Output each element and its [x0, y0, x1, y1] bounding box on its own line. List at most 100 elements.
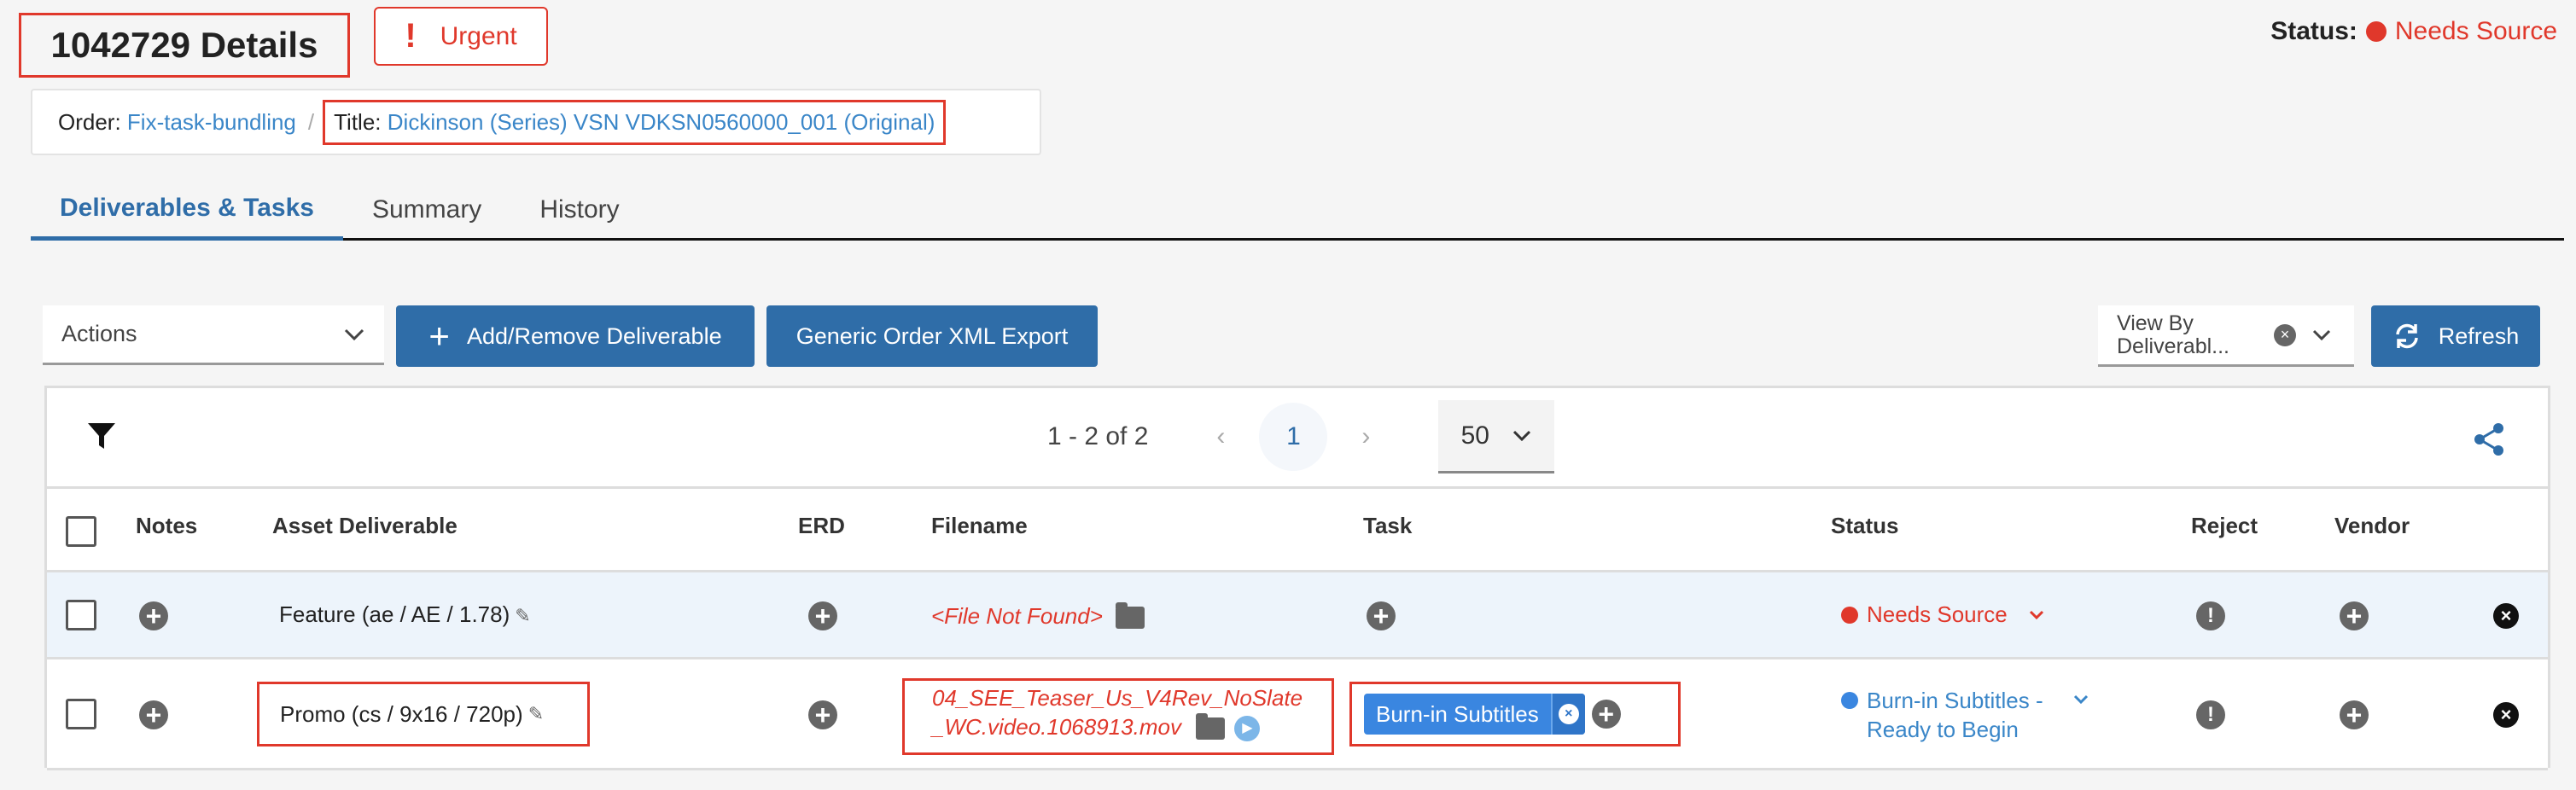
remove-task-button[interactable]: ×: [1550, 694, 1585, 735]
urgent-label: Urgent: [440, 21, 517, 50]
filter-icon[interactable]: [86, 421, 117, 451]
tab-deliverables-tasks[interactable]: Deliverables & Tasks: [31, 179, 343, 241]
filename-line2[interactable]: _WC.video.1068913.mov: [932, 714, 1181, 740]
col-notes: Notes: [136, 513, 198, 538]
view-by-select[interactable]: View By Deliverabl... ×: [2098, 305, 2354, 367]
add-note-icon[interactable]: +: [139, 601, 168, 631]
order-link[interactable]: Fix-task-bundling: [127, 109, 296, 136]
col-status: Status: [1831, 513, 1899, 538]
task-name: Burn-in Subtitles: [1376, 700, 1539, 727]
reject-icon[interactable]: !: [2196, 700, 2225, 729]
pencil-icon[interactable]: ✎: [515, 605, 530, 626]
asset-name: Feature (ae / AE / 1.78): [279, 601, 510, 627]
filename-text: <File Not Found>: [931, 603, 1103, 629]
row-checkbox[interactable]: [66, 699, 96, 729]
row-checkbox[interactable]: [66, 600, 96, 630]
close-icon: ×: [1558, 704, 1579, 724]
table-header: Notes Asset Deliverable ERD Filename Tas…: [47, 489, 2548, 572]
add-task-icon[interactable]: +: [1591, 699, 1621, 729]
urgent-badge: ! Urgent: [374, 7, 548, 66]
reject-icon[interactable]: !: [2196, 601, 2225, 630]
status-label: Status:: [2270, 17, 2357, 45]
folder-icon[interactable]: [1116, 602, 1145, 630]
status-dot-icon: [1841, 606, 1858, 624]
tab-summary[interactable]: Summary: [343, 179, 510, 241]
table-toolbar: 1 - 2 of 2 ‹ 1 › 50: [47, 388, 2548, 489]
add-erd-icon[interactable]: +: [808, 700, 837, 730]
share-icon[interactable]: [2473, 422, 2505, 456]
pencil-icon[interactable]: ✎: [528, 703, 544, 725]
chevron-down-icon[interactable]: [2311, 328, 2332, 342]
col-filename: Filename: [931, 513, 1028, 538]
chevron-down-icon: [344, 328, 364, 340]
title-label: Title:: [334, 108, 382, 135]
prev-page-button[interactable]: ‹: [1182, 422, 1259, 451]
refresh-button[interactable]: Refresh: [2371, 305, 2540, 367]
task-cell: Burn-in Subtitles × +: [1349, 682, 1681, 746]
deliverables-table: 1 - 2 of 2 ‹ 1 › 50 Notes Asset Delivera…: [44, 386, 2550, 770]
view-by-line2: Deliverabl...: [2117, 334, 2229, 358]
select-all-checkbox[interactable]: [66, 516, 96, 547]
chevron-down-icon: [1513, 430, 1531, 441]
breadcrumb: Order: Fix-task-bundling / Title: Dickin…: [31, 89, 1041, 155]
table-row: + Promo (cs / 9x16 / 720p) ✎ + 04_SEE_Tea…: [47, 659, 2548, 770]
page-title: 1042729 Details: [50, 25, 318, 65]
col-erd: ERD: [798, 513, 845, 538]
per-page-select[interactable]: 50: [1438, 400, 1555, 473]
clear-icon[interactable]: ×: [2274, 323, 2296, 346]
table-row: + Feature (ae / AE / 1.78) ✎ + <File Not …: [47, 572, 2548, 659]
remove-row-icon[interactable]: ×: [2493, 702, 2519, 728]
plus-icon: +: [428, 316, 450, 356]
actions-label: Actions: [61, 321, 137, 346]
add-remove-label: Add/Remove Deliverable: [466, 322, 722, 349]
col-reject: Reject: [2191, 513, 2258, 538]
add-task-icon[interactable]: +: [1367, 601, 1396, 631]
per-page-value: 50: [1460, 421, 1489, 450]
task-chip[interactable]: Burn-in Subtitles ×: [1364, 694, 1585, 735]
play-icon[interactable]: ▶: [1234, 715, 1261, 741]
view-by-label: View By Deliverabl...: [2117, 312, 2262, 357]
tab-history[interactable]: History: [510, 179, 648, 241]
chevron-down-icon: [2073, 694, 2088, 705]
add-note-icon[interactable]: +: [139, 700, 168, 730]
breadcrumb-separator: /: [307, 108, 315, 135]
filename-cell: 04_SEE_Teaser_Us_V4Rev_NoSlate _WC.video…: [902, 678, 1334, 755]
actions-dropdown[interactable]: Actions: [43, 305, 384, 365]
pagination: 1 - 2 of 2 ‹ 1 › 50: [1047, 400, 1555, 473]
asset-deliverable: Promo (cs / 9x16 / 720p) ✎: [257, 682, 590, 746]
filename-line1[interactable]: 04_SEE_Teaser_Us_V4Rev_NoSlate: [932, 685, 1303, 711]
add-vendor-icon[interactable]: +: [2340, 700, 2369, 730]
refresh-label: Refresh: [2438, 322, 2520, 349]
next-page-button[interactable]: ›: [1327, 422, 1404, 451]
refresh-icon: [2395, 323, 2418, 349]
title-crumb: Title: Dickinson (Series) VSN VDKSN05600…: [323, 99, 947, 145]
row-status-text: Needs Source: [1867, 601, 2008, 627]
current-page[interactable]: 1: [1259, 403, 1328, 471]
page-title-box: 1042729 Details: [19, 13, 350, 78]
asset-name: Promo (cs / 9x16 / 720p): [280, 700, 523, 727]
col-asset-deliverable: Asset Deliverable: [272, 513, 458, 538]
add-vendor-icon[interactable]: +: [2340, 601, 2369, 631]
order-status: Status: Needs Source: [2270, 17, 2557, 46]
tab-bar: Deliverables & Tasks Summary History: [31, 179, 2564, 241]
add-erd-icon[interactable]: +: [808, 601, 837, 631]
filename-cell: <File Not Found>: [931, 602, 1145, 630]
chevron-down-icon: [2029, 610, 2043, 619]
title-link[interactable]: Dickinson (Series) VSN VDKSN0560000_001 …: [388, 109, 935, 135]
asset-deliverable: Feature (ae / AE / 1.78) ✎: [279, 601, 531, 628]
row-status-line2: Ready to Begin: [1867, 716, 2019, 742]
status-dot-icon: [2365, 21, 2387, 42]
col-task: Task: [1363, 513, 1413, 538]
folder-icon[interactable]: [1196, 712, 1226, 740]
add-remove-deliverable-button[interactable]: + Add/Remove Deliverable: [396, 305, 755, 367]
status-value: Needs Source: [2394, 17, 2557, 45]
status-dot-icon: [1841, 692, 1858, 709]
row-status-line1: Burn-in Subtitles -: [1867, 688, 2043, 713]
row-status-dropdown[interactable]: Burn-in Subtitles - Ready to Begin: [1841, 687, 2089, 745]
xml-export-button[interactable]: Generic Order XML Export: [766, 305, 1098, 367]
row-status-text: Burn-in Subtitles - Ready to Begin: [1867, 687, 2043, 745]
row-status-dropdown[interactable]: Needs Source: [1841, 601, 2045, 628]
exclamation-icon: !: [405, 17, 417, 55]
remove-row-icon[interactable]: ×: [2493, 603, 2519, 629]
order-label: Order:: [58, 108, 121, 135]
